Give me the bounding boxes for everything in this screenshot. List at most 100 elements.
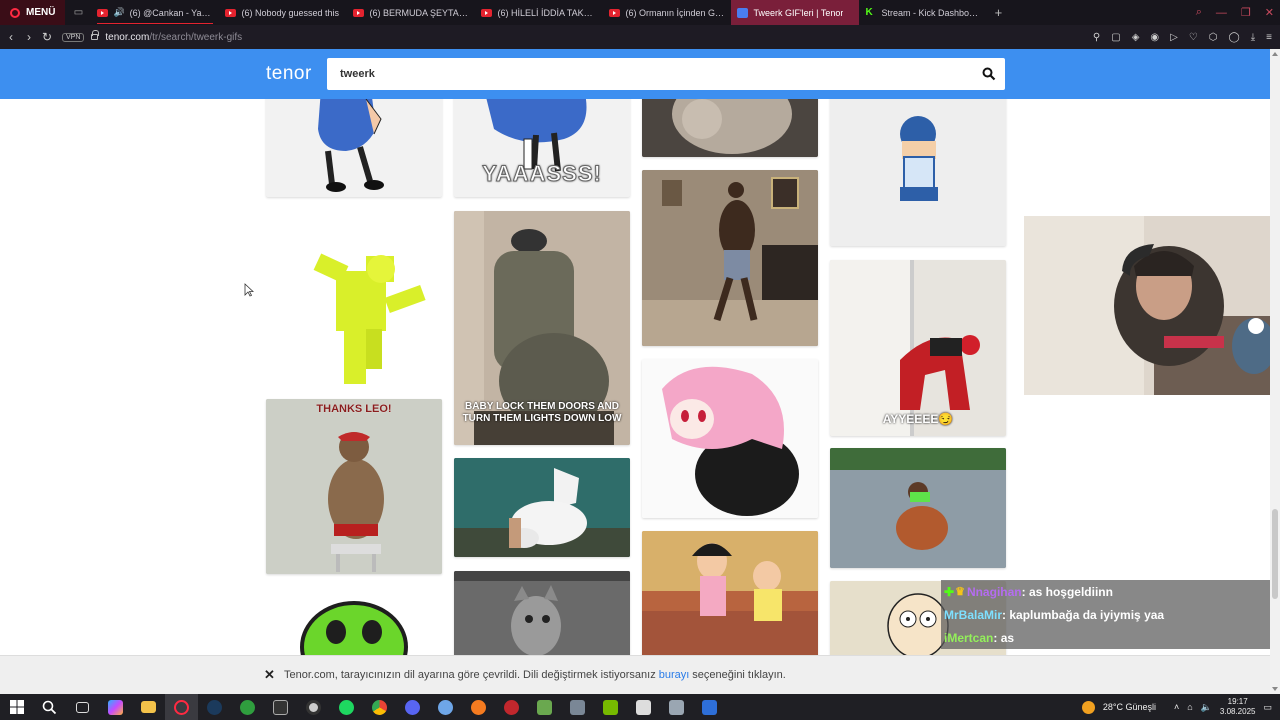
search-icon[interactable] bbox=[982, 67, 996, 81]
tab-kick[interactable]: K Stream - Kick Dashboard bbox=[859, 0, 987, 25]
url-field[interactable]: tenor.com/tr/search/tweerk-gifs bbox=[105, 32, 242, 43]
lock-icon[interactable] bbox=[91, 30, 100, 40]
nvidia-icon[interactable] bbox=[594, 694, 627, 720]
vpn-badge[interactable]: VPN bbox=[62, 32, 85, 42]
profile-icon[interactable]: ◯ bbox=[1229, 32, 1240, 43]
clock[interactable]: 19:17 3.08.2025 bbox=[1220, 697, 1256, 717]
download-icon[interactable]: ⤓ bbox=[1251, 32, 1255, 43]
opera-gx-icon[interactable] bbox=[165, 694, 198, 720]
gif-pixel-boy[interactable] bbox=[830, 99, 1006, 246]
tab-youtube-1[interactable]: 🔊 (6) @Cankan - Yarana bbox=[91, 0, 219, 25]
language-change-link[interactable]: burayı bbox=[659, 669, 690, 681]
settings-app-icon[interactable] bbox=[561, 694, 594, 720]
xbox-icon[interactable] bbox=[231, 694, 264, 720]
gif-anime-pink-hair[interactable] bbox=[642, 359, 818, 518]
close-icon[interactable]: ✕ bbox=[264, 667, 275, 683]
address-bar: ‹ › ↻ VPN tenor.com/tr/search/tweerk-gif… bbox=[0, 25, 1280, 49]
tab-tenor[interactable]: Tweerk GIF'leri | Tenor bbox=[731, 0, 860, 25]
weather-text[interactable]: 28°C Güneşli bbox=[1103, 702, 1156, 712]
app-icon-red-circle[interactable] bbox=[495, 694, 528, 720]
heart-icon[interactable]: ♡ bbox=[1189, 32, 1198, 43]
gif-yaaasss[interactable]: YAAASSS! bbox=[454, 99, 630, 197]
maximize-icon[interactable]: ❐ bbox=[1241, 6, 1251, 19]
gif-cartoon-legs[interactable] bbox=[266, 99, 442, 197]
app-icon-blue-drop[interactable] bbox=[429, 694, 462, 720]
tab-title: (6) @Cankan - Yarana bbox=[129, 7, 214, 18]
app-icon-monitor[interactable] bbox=[627, 694, 660, 720]
shield-icon[interactable]: ◈ bbox=[1132, 32, 1140, 43]
task-view-icon[interactable] bbox=[66, 694, 99, 720]
scrollbar-thumb[interactable] bbox=[1272, 509, 1278, 599]
tenor-icon bbox=[737, 7, 749, 18]
tab-title: (6) HİLELİ İDDİA TAKTİĞİ bbox=[497, 7, 598, 18]
gif-green-alien[interactable] bbox=[266, 587, 442, 655]
steam-icon[interactable] bbox=[198, 694, 231, 720]
chat-message: ✚ ♛ Nnagihan : as hoşgeldiinn bbox=[941, 580, 1270, 603]
blender-icon[interactable] bbox=[462, 694, 495, 720]
start-button[interactable] bbox=[0, 694, 33, 720]
tab-youtube-3[interactable]: (6) BERMUDA ŞEYTAN Ü bbox=[347, 0, 475, 25]
gif-baby-lock[interactable]: BABY LOCK THEM DOORS AND TURN THEM LIGHT… bbox=[454, 211, 630, 445]
gif-caption: BABY LOCK THEM DOORS AND TURN THEM LIGHT… bbox=[462, 401, 622, 424]
gif-thanks-leo[interactable]: THANKS LEO! bbox=[266, 399, 442, 574]
new-tab-button[interactable]: + bbox=[987, 5, 1009, 20]
more-icon[interactable]: ≡ bbox=[1266, 32, 1272, 43]
volume-icon[interactable]: 🔈 bbox=[1201, 702, 1212, 713]
back-icon[interactable]: ‹ bbox=[2, 30, 20, 44]
app-icon-b[interactable] bbox=[693, 694, 726, 720]
language-notice-text-end: seçeneğini tıklayın. bbox=[692, 669, 786, 681]
tenor-logo[interactable]: tenor bbox=[266, 63, 312, 85]
app-icon-ship[interactable] bbox=[660, 694, 693, 720]
weather-icon[interactable] bbox=[1081, 700, 1095, 714]
search-input[interactable] bbox=[327, 58, 947, 90]
forward-icon[interactable]: › bbox=[20, 30, 38, 44]
mouse-cursor-icon bbox=[244, 283, 254, 297]
gif-closeup[interactable] bbox=[642, 99, 818, 157]
scroll-up-icon[interactable] bbox=[1272, 52, 1278, 56]
snapshot-icon[interactable]: ▢ bbox=[1111, 32, 1120, 43]
gif-yellow-blob[interactable] bbox=[266, 211, 442, 385]
discord-icon[interactable] bbox=[396, 694, 429, 720]
play-icon[interactable]: ▷ bbox=[1170, 32, 1178, 43]
extensions-icon[interactable]: ⬡ bbox=[1209, 32, 1218, 43]
reload-icon[interactable]: ↻ bbox=[38, 30, 56, 44]
tab-youtube-2[interactable]: (6) Nobody guessed this bbox=[219, 0, 347, 25]
scroll-down-icon[interactable] bbox=[1272, 687, 1278, 691]
page-scrollbar[interactable] bbox=[1270, 49, 1280, 694]
chat-username: MrBalaMir bbox=[944, 607, 1003, 622]
copilot-icon[interactable] bbox=[99, 694, 132, 720]
tab-snapshot-icon[interactable]: ▭ bbox=[65, 0, 91, 25]
gif-caption: YAAASSS! bbox=[482, 161, 602, 187]
chrome-icon[interactable] bbox=[363, 694, 396, 720]
gif-ayyeeee[interactable]: AYYEEEE😏 bbox=[830, 260, 1006, 436]
gif-caption: THANKS LEO! bbox=[316, 403, 392, 415]
minecraft-icon[interactable] bbox=[528, 694, 561, 720]
network-icon[interactable]: ⌂ bbox=[1187, 702, 1192, 712]
speaker-icon[interactable]: 🔊 bbox=[113, 7, 124, 18]
gif-caption: AYYEEEE😏 bbox=[882, 412, 954, 426]
tab-youtube-5[interactable]: (6) Ormanın İçinden Gele bbox=[603, 0, 731, 25]
close-icon[interactable]: ✕ bbox=[1265, 6, 1274, 19]
youtube-icon bbox=[609, 8, 621, 17]
epic-games-icon[interactable] bbox=[264, 694, 297, 720]
chat-text: : as hoşgeldiinn bbox=[1021, 584, 1113, 599]
notifications-icon[interactable]: ▭ bbox=[1263, 702, 1272, 713]
file-explorer-icon[interactable] bbox=[132, 694, 165, 720]
tray-overflow-icon[interactable]: ˄ bbox=[1174, 702, 1179, 712]
minimize-icon[interactable]: — bbox=[1216, 7, 1227, 19]
spotify-icon[interactable] bbox=[330, 694, 363, 720]
taskbar-search-icon[interactable] bbox=[33, 694, 66, 720]
camera-icon[interactable]: ◉ bbox=[1150, 32, 1159, 43]
tab-title: Stream - Kick Dashboard bbox=[881, 7, 982, 18]
opera-menu-button[interactable]: MENÜ bbox=[0, 0, 66, 25]
address-bar-actions: ⚲ ▢ ◈ ◉ ▷ ♡ ⬡ ◯ ⤓ ≡ bbox=[1093, 25, 1272, 49]
obs-icon[interactable] bbox=[297, 694, 330, 720]
gif-white-outfit[interactable] bbox=[454, 458, 630, 557]
gif-street-dance[interactable] bbox=[830, 448, 1006, 568]
gif-cat[interactable] bbox=[454, 571, 630, 655]
gif-bobs-burgers[interactable] bbox=[642, 531, 818, 655]
gif-living-room-dance[interactable] bbox=[642, 170, 818, 346]
pin-icon[interactable]: ⚲ bbox=[1093, 32, 1100, 43]
tab-youtube-4[interactable]: (6) HİLELİ İDDİA TAKTİĞİ bbox=[475, 0, 603, 25]
search-tabs-icon[interactable]: ⌕ bbox=[1196, 6, 1202, 19]
